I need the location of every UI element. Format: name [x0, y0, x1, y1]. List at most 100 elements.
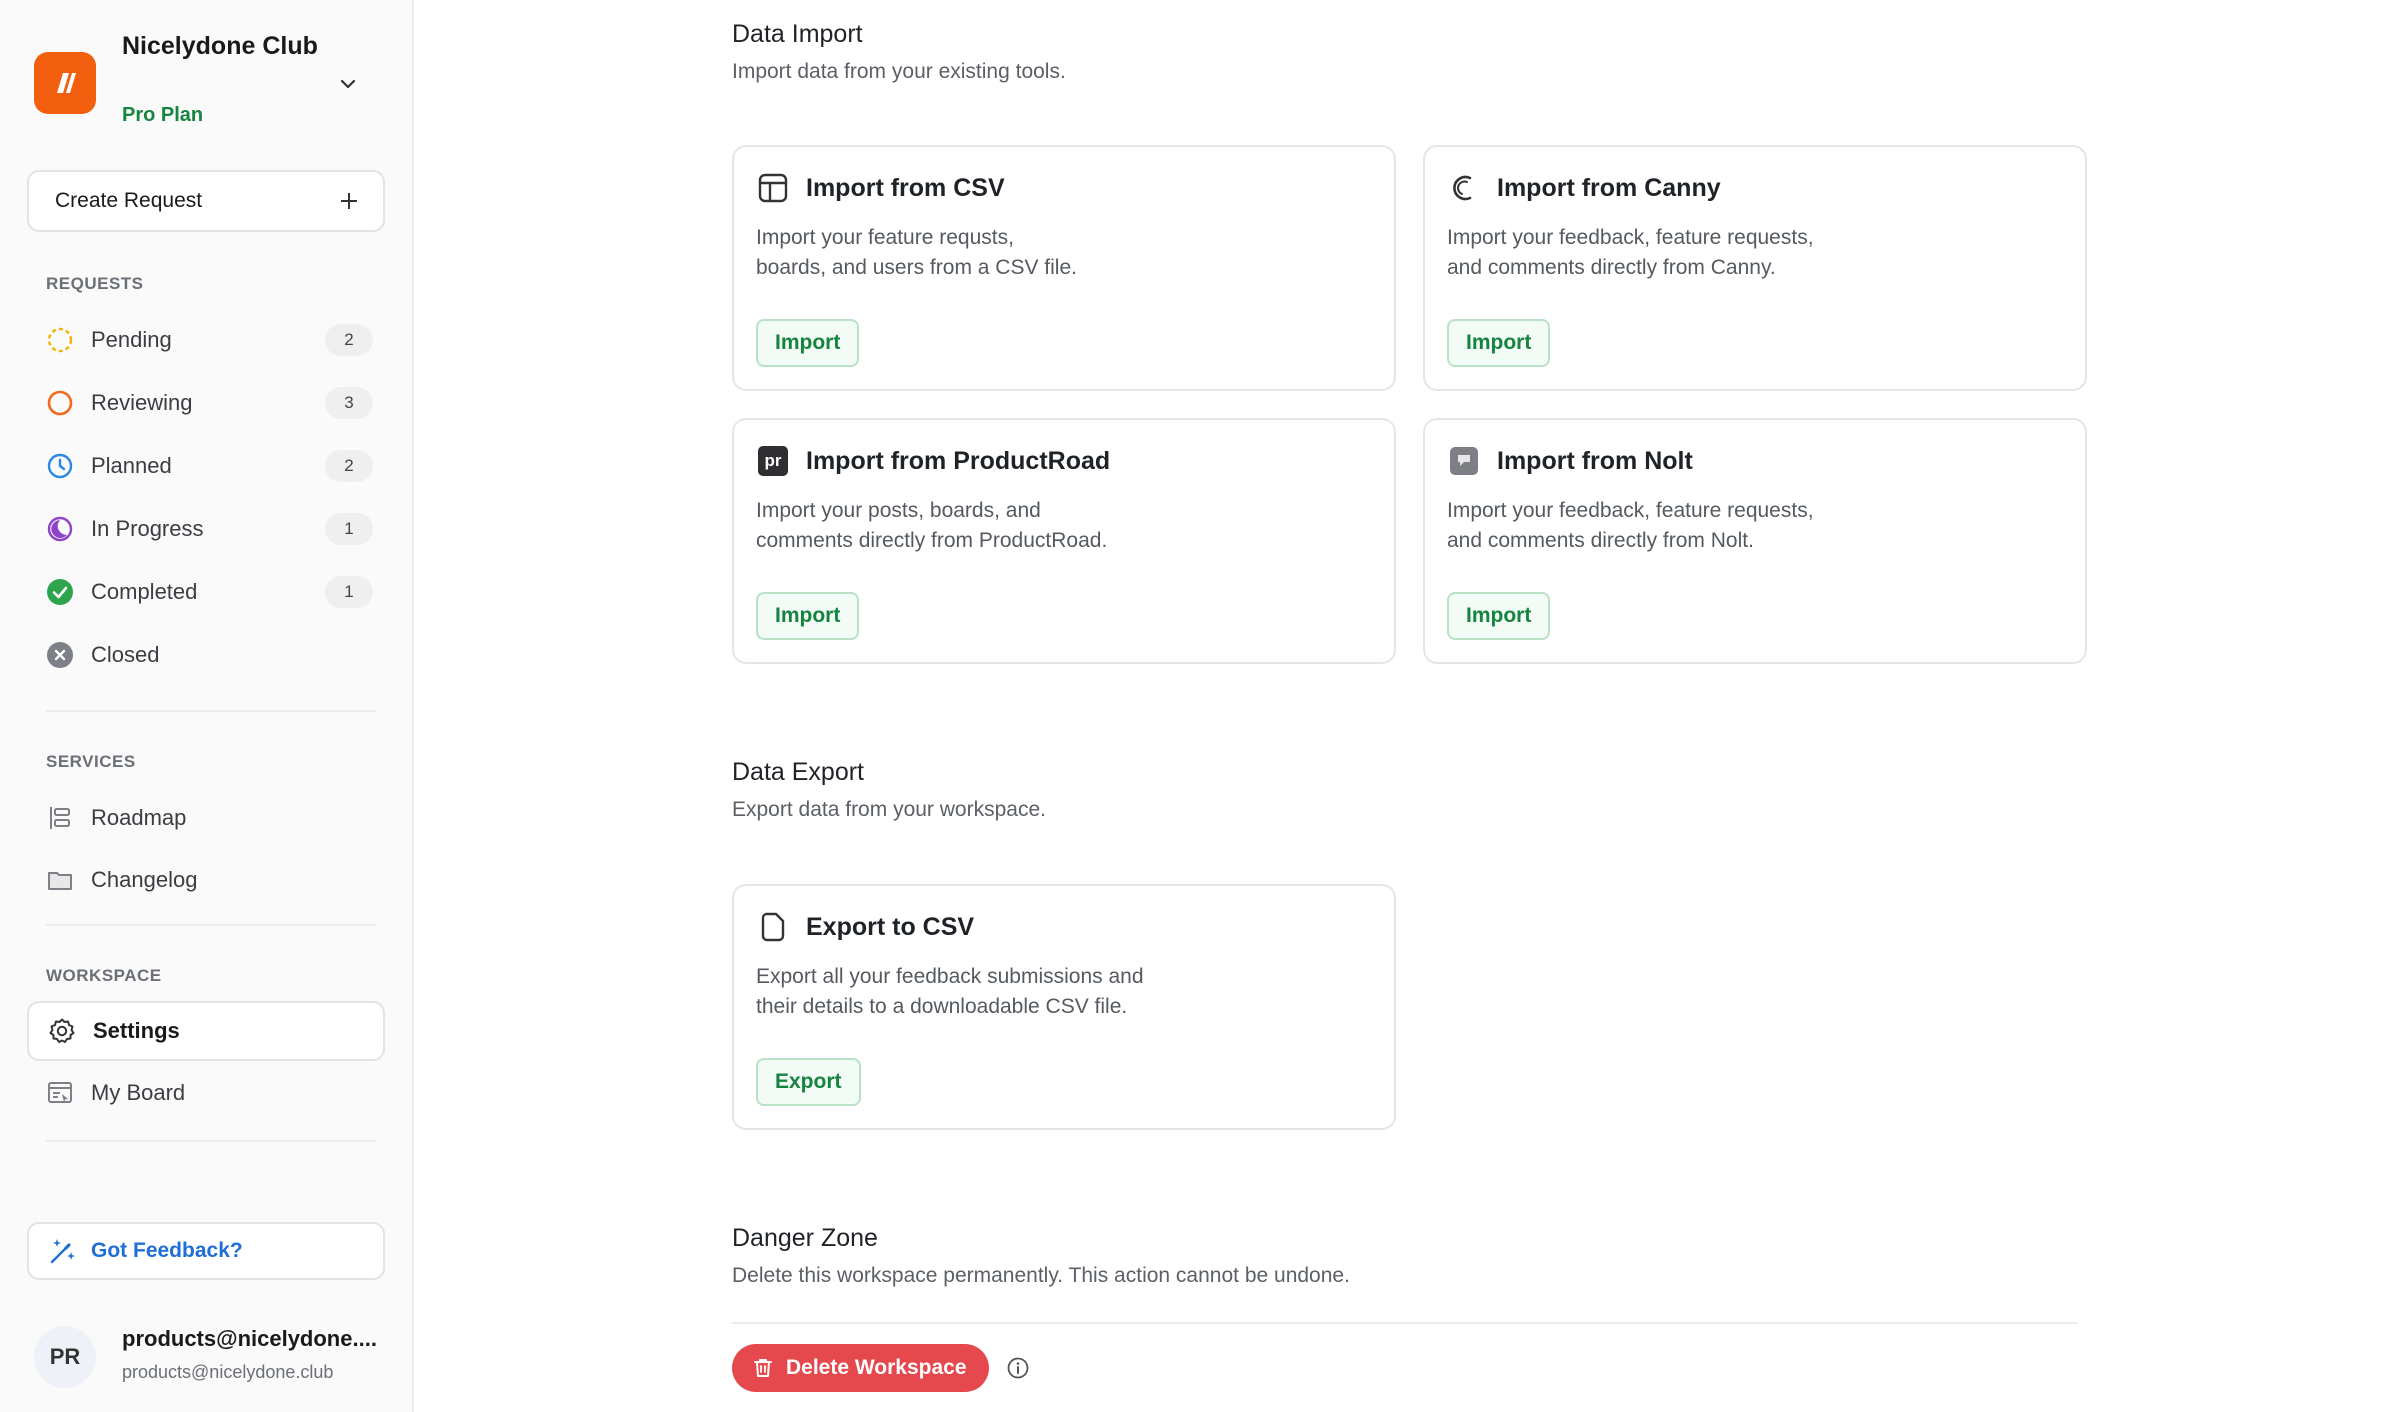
import-csv-card: Import from CSV Import your feature requ… — [732, 145, 1396, 391]
card-description: Import your feedback, feature requests, … — [1447, 223, 1907, 283]
danger-zone-title: Danger Zone — [732, 1224, 878, 1252]
count-badge: 1 — [325, 576, 373, 608]
trash-icon — [754, 1359, 772, 1377]
completed-check-icon — [45, 577, 75, 607]
import-canny-card: Import from Canny Import your feedback, … — [1423, 145, 2087, 391]
card-title: Import from Canny — [1497, 173, 1721, 202]
magic-wand-icon — [50, 1239, 75, 1264]
data-export-title: Data Export — [732, 758, 865, 786]
card-title: Export to CSV — [806, 912, 975, 941]
divider — [46, 710, 376, 712]
canny-logo-icon — [1447, 171, 1481, 205]
got-feedback-button[interactable]: Got Feedback? — [27, 1222, 385, 1280]
card-description-line: their details to a downloadable CSV file… — [756, 995, 1128, 1018]
got-feedback-label: Got Feedback? — [91, 1239, 243, 1262]
import-nolt-card: Import from Nolt Import your feedback, f… — [1423, 418, 2087, 664]
sidebar-item-planned[interactable]: Planned 2 — [27, 438, 385, 494]
create-request-button[interactable]: Create Request — [27, 170, 385, 232]
count-badge: 1 — [325, 513, 373, 545]
workspace-plan: Pro Plan — [122, 104, 204, 126]
productroad-logo-icon: pr — [756, 444, 790, 478]
card-description-line: boards, and users from a CSV file. — [756, 256, 1077, 279]
export-csv-card: Export to CSV Export all your feedback s… — [732, 884, 1396, 1130]
workspace-logo — [34, 52, 96, 114]
roadmap-icon — [45, 803, 75, 833]
card-description-line: comments directly from ProductRoad. — [756, 529, 1108, 552]
divider — [46, 924, 376, 926]
planned-clock-icon — [45, 451, 75, 481]
card-description-line: Import your feature requsts, — [756, 226, 1014, 249]
sidebar-item-reviewing[interactable]: Reviewing 3 — [27, 375, 385, 431]
productroad-logo-text: pr — [758, 446, 788, 476]
create-request-label: Create Request — [55, 189, 203, 212]
section-label-requests: REQUESTS — [46, 274, 144, 293]
board-icon — [45, 1078, 75, 1108]
import-productroad-card: pr Import from ProductRoad Import your p… — [732, 418, 1396, 664]
sidebar-item-roadmap[interactable]: Roadmap — [27, 790, 385, 846]
card-description-line: Import your feedback, feature requests, — [1447, 226, 1814, 249]
section-label-workspace: WORKSPACE — [46, 966, 162, 985]
danger-zone-subtitle: Delete this workspace permanently. This … — [732, 1264, 1350, 1287]
sidebar-item-pending[interactable]: Pending 2 — [27, 312, 385, 368]
import-productroad-button[interactable]: Import — [756, 592, 860, 640]
data-import-subtitle: Import data from your existing tools. — [732, 60, 1066, 83]
import-nolt-button[interactable]: Import — [1447, 592, 1551, 640]
sidebar-item-my-board[interactable]: My Board — [27, 1065, 385, 1121]
sidebar-item-in-progress[interactable]: In Progress 1 — [27, 501, 385, 557]
divider — [46, 1140, 376, 1142]
closed-x-icon — [45, 640, 75, 670]
data-export-subtitle: Export data from your workspace. — [732, 798, 1046, 821]
count-badge: 2 — [325, 324, 373, 356]
export-csv-button[interactable]: Export — [756, 1058, 861, 1106]
workspace-switcher[interactable]: Nicelydone Club Pro Plan — [34, 28, 380, 138]
plus-icon — [339, 191, 359, 211]
card-description: Export all your feedback submissions and… — [756, 962, 1216, 1022]
user-email: products@nicelydone.club — [122, 1362, 334, 1382]
sidebar-item-label: Roadmap — [91, 805, 187, 830]
card-description: Import your feature requsts, boards, and… — [756, 223, 1216, 283]
import-csv-button[interactable]: Import — [756, 319, 860, 367]
sidebar-item-label: Settings — [93, 1018, 180, 1043]
card-title: Import from ProductRoad — [806, 446, 1111, 475]
sidebar-item-label: Completed — [91, 579, 198, 604]
divider — [732, 1322, 2078, 1324]
user-name: products@nicelydone.... — [122, 1326, 377, 1351]
sidebar-item-label: Changelog — [91, 867, 198, 892]
sidebar-item-label: In Progress — [91, 516, 204, 541]
sidebar-item-label: Planned — [91, 453, 172, 478]
delete-workspace-label: Delete Workspace — [786, 1356, 967, 1379]
gear-icon — [47, 1016, 77, 1046]
sidebar-item-label: Reviewing — [91, 390, 193, 415]
in-progress-icon — [45, 514, 75, 544]
nolt-logo-icon — [1447, 444, 1481, 478]
sidebar-item-closed[interactable]: Closed — [27, 627, 385, 683]
card-description-line: Import your feedback, feature requests, — [1447, 499, 1814, 522]
sidebar-item-completed[interactable]: Completed 1 — [27, 564, 385, 620]
import-canny-button[interactable]: Import — [1447, 319, 1551, 367]
card-description-line: and comments directly from Canny. — [1447, 256, 1776, 279]
sidebar-item-label: Closed — [91, 642, 160, 667]
pending-dashed-circle-icon — [45, 325, 75, 355]
card-description: Import your feedback, feature requests, … — [1447, 496, 1907, 556]
card-description-line: Export all your feedback submissions and — [756, 965, 1144, 988]
info-icon[interactable] — [1006, 1356, 1030, 1380]
avatar: PR — [34, 1326, 96, 1388]
card-title: Import from CSV — [806, 173, 1005, 202]
file-icon — [756, 910, 790, 944]
data-import-title: Data Import — [732, 20, 863, 48]
workspace-name: Nicelydone Club — [122, 32, 318, 60]
sidebar: Nicelydone Club Pro Plan Create Request … — [0, 0, 414, 1412]
section-label-services: SERVICES — [46, 752, 136, 771]
user-profile[interactable]: PR products@nicelydone.... products@nice… — [34, 1322, 384, 1392]
sidebar-item-label: My Board — [91, 1080, 186, 1105]
main-content: Data Import Import data from your existi… — [414, 0, 2400, 1412]
sidebar-item-label: Pending — [91, 327, 172, 352]
csv-table-icon — [756, 171, 790, 205]
card-description: Import your posts, boards, and comments … — [756, 496, 1216, 556]
count-badge: 2 — [325, 450, 373, 482]
card-description-line: Import your posts, boards, and — [756, 499, 1041, 522]
chevron-down-icon[interactable] — [336, 72, 360, 96]
delete-workspace-button[interactable]: Delete Workspace — [732, 1344, 989, 1392]
sidebar-item-changelog[interactable]: Changelog — [27, 852, 385, 908]
sidebar-item-settings[interactable]: Settings — [27, 1001, 385, 1061]
